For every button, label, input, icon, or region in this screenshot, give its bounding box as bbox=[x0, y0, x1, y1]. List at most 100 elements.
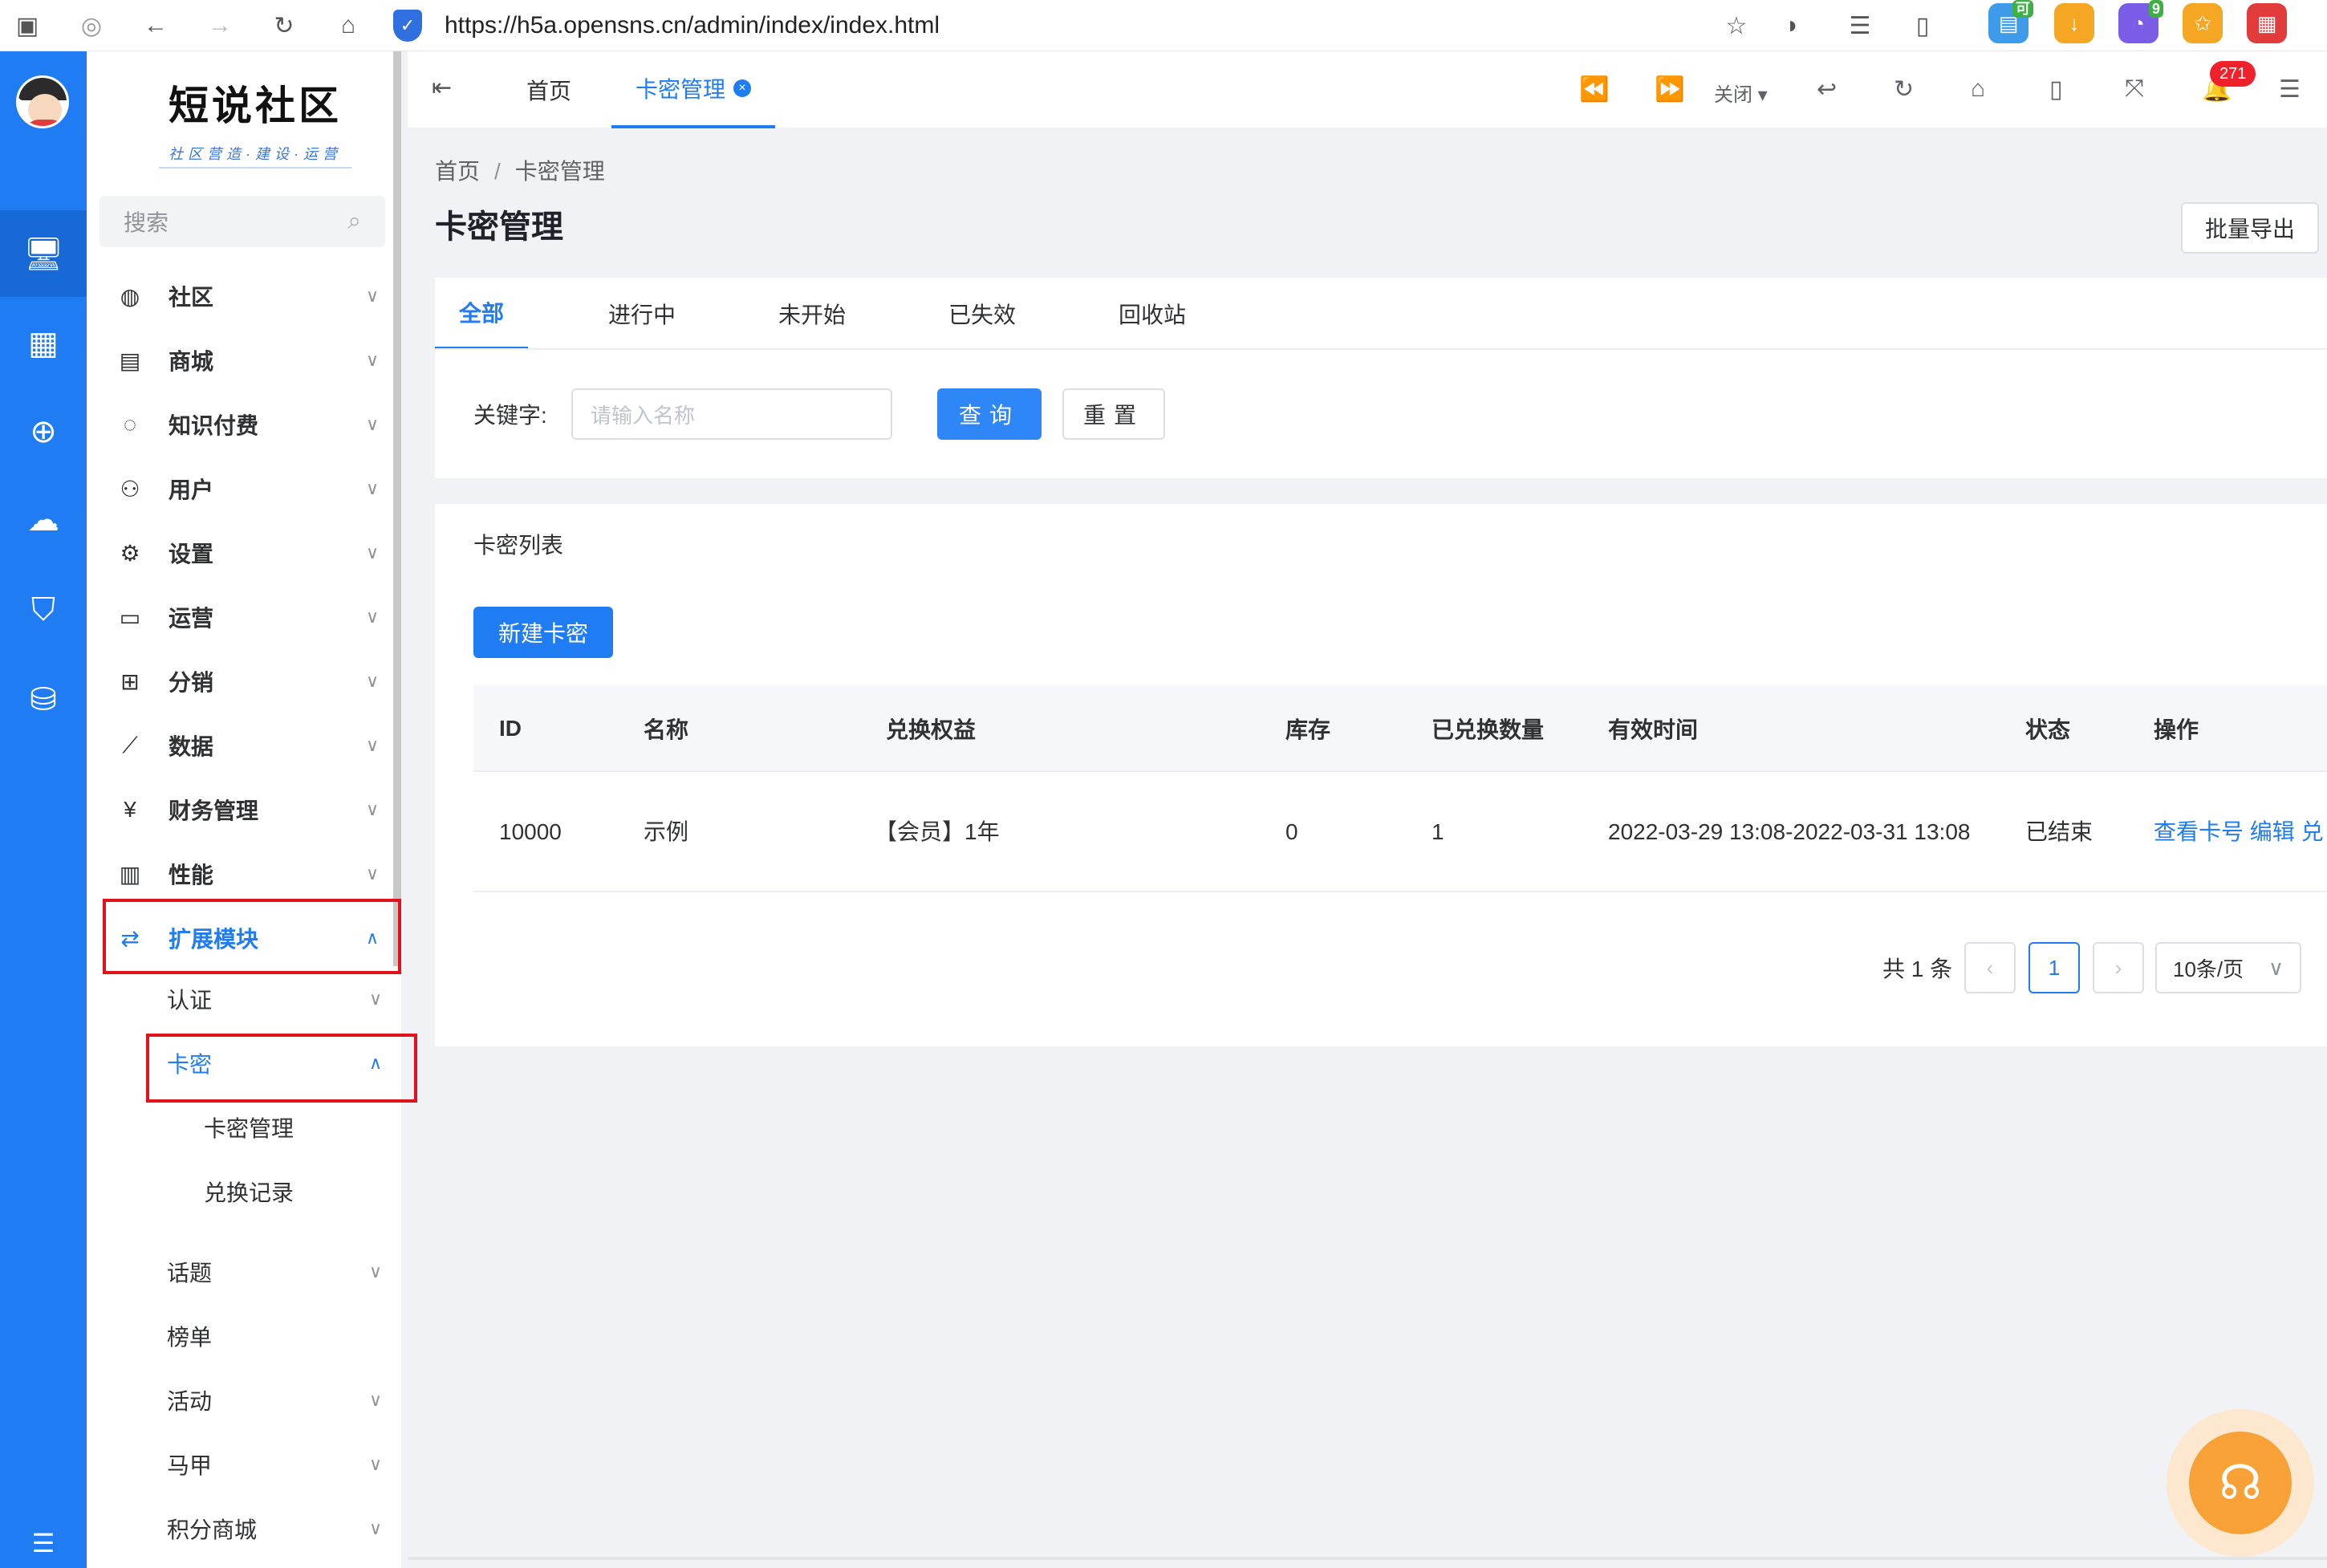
ext-screen-icon[interactable]: ▦ bbox=[2247, 3, 2287, 43]
url-text[interactable]: https://h5a.opensns.cn/admin/index/index… bbox=[445, 12, 940, 39]
breadcrumb-current: 卡密管理 bbox=[514, 159, 605, 184]
close-tab-icon[interactable]: × bbox=[733, 79, 752, 97]
filter-tab-expired[interactable]: 已失效 bbox=[948, 278, 1016, 350]
cell-name: 示例 bbox=[644, 819, 689, 844]
disc-icon[interactable]: ◎ bbox=[75, 10, 108, 42]
new-card-button[interactable]: 新建卡密 bbox=[473, 607, 613, 658]
bookmark-star-icon[interactable]: ☆ bbox=[1720, 10, 1752, 42]
filter-tab-recycle[interactable]: 回收站 bbox=[1119, 278, 1186, 350]
presentation-icon: ▭ bbox=[119, 604, 141, 630]
close-dropdown[interactable]: 关闭 ▾ bbox=[1714, 79, 1768, 107]
building-icon[interactable]: ⌂ bbox=[1971, 75, 1985, 103]
scroll-right-icon[interactable]: ⏩ bbox=[1655, 75, 1684, 104]
sidebar-item-label: 财务管理 bbox=[169, 798, 259, 823]
close-label: 关闭 bbox=[1714, 84, 1752, 106]
sidebar-item-5[interactable]: ▭ 运营 ∨ bbox=[99, 589, 388, 645]
ext-star-icon[interactable]: ✩ bbox=[2183, 3, 2223, 43]
reload-icon[interactable]: ↻ bbox=[268, 10, 300, 42]
user-icon: ⚇ bbox=[120, 476, 140, 502]
query-button[interactable]: 查询 bbox=[937, 388, 1042, 440]
chat-icon: ◍ bbox=[120, 283, 140, 309]
home-icon[interactable]: ⌂ bbox=[332, 10, 364, 42]
sidebar-item-10[interactable]: ⇄ 扩展模块 ∧ bbox=[99, 910, 388, 966]
sidebar-search-input[interactable]: 搜索 ⌕ bbox=[99, 196, 385, 247]
collapse-menu-icon[interactable]: ☰ bbox=[0, 1528, 87, 1558]
breadcrumb-home[interactable]: 首页 bbox=[435, 159, 480, 184]
page-size-select[interactable]: 10条/页 ∨ bbox=[2155, 942, 2301, 993]
globe-icon[interactable]: ⊕ bbox=[0, 388, 87, 475]
refresh-icon[interactable]: ↻ bbox=[1894, 75, 1914, 104]
list-title: 卡密列表 bbox=[473, 533, 564, 558]
filter-tab-all[interactable]: 全部 bbox=[435, 278, 529, 350]
scroll-left-icon[interactable]: ⏪ bbox=[1579, 75, 1609, 104]
prev-page-button[interactable]: ‹ bbox=[1964, 942, 2016, 993]
filter-tab-not-started[interactable]: 未开始 bbox=[778, 278, 846, 350]
sidebar-item-label: 卡密 bbox=[167, 1052, 213, 1077]
avatar[interactable] bbox=[16, 75, 69, 128]
storage-icon[interactable]: ☰ bbox=[1844, 10, 1876, 42]
batch-export-button[interactable]: 批量导出 bbox=[2181, 202, 2319, 254]
sidebar-item-7[interactable]: ⟋ 数据 ∨ bbox=[99, 717, 388, 774]
sidebar-item-label: 活动 bbox=[167, 1389, 213, 1414]
phone-icon[interactable]: ▯ bbox=[1907, 10, 1939, 42]
reset-button[interactable]: 重置 bbox=[1062, 388, 1165, 440]
return-icon[interactable]: ↩ bbox=[1817, 75, 1837, 104]
fullscreen-icon[interactable]: ⤧ bbox=[2125, 75, 2144, 103]
cloud-icon[interactable]: ☁ bbox=[0, 477, 87, 563]
column-header-valid-time: 有效时间 bbox=[1608, 717, 1699, 742]
sidebar-item-4[interactable]: ⚙ 设置 ∨ bbox=[99, 525, 388, 581]
sidebar-item-points-mall[interactable]: 积分商城 ∨ bbox=[167, 1501, 392, 1557]
forward-icon[interactable]: → bbox=[204, 10, 236, 42]
customer-service-button[interactable]: ☊ bbox=[2167, 1409, 2314, 1557]
edit-link[interactable]: 编辑 bbox=[2250, 815, 2295, 849]
sidebar-item-6[interactable]: ⊞ 分销 ∨ bbox=[99, 653, 388, 709]
tab-card-manage[interactable]: 卡密管理 × bbox=[611, 51, 776, 128]
ext-download-icon[interactable]: ↓ bbox=[2054, 3, 2094, 43]
sidebar-scrollbar[interactable] bbox=[393, 51, 401, 966]
ext-green-icon[interactable]: ▤ 可 bbox=[1988, 0, 2033, 43]
search-icon[interactable]: ⌕ bbox=[347, 208, 361, 235]
fold-menu-icon[interactable]: ⇤ bbox=[432, 74, 452, 102]
page-number-button[interactable]: 1 bbox=[2029, 942, 2080, 993]
shield-ext-icon[interactable]: ◗ bbox=[1777, 10, 1809, 42]
sidebar-item-auth[interactable]: 认证 ∨ bbox=[167, 971, 392, 1027]
notification-badge: 271 bbox=[2210, 61, 2256, 87]
sidebar-item-9[interactable]: ▥ 性能 ∨ bbox=[99, 846, 388, 902]
sidebar-item-1[interactable]: ▤ 商城 ∨ bbox=[99, 332, 388, 388]
address-bar[interactable]: ✓ https://h5a.opensns.cn/admin/index/ind… bbox=[393, 3, 1838, 48]
column-header-redeemed: 已兑换数量 bbox=[1432, 717, 1545, 742]
sidebar-toggle-icon[interactable]: ▣ bbox=[11, 10, 43, 42]
cloud-server-icon[interactable]: ⛁ bbox=[0, 656, 87, 743]
sidebar-item-card-manage[interactable]: 卡密管理 bbox=[204, 1099, 294, 1156]
sidebar-item-label: 设置 bbox=[169, 542, 214, 567]
tab-header: ⇤ 首页 卡密管理 × ⏪ ⏩ 关闭 ▾ ↩ ↻ ⌂ ▯ ⤧ 🔔 ☰ bbox=[408, 51, 2327, 128]
mobile-icon[interactable]: ▯ bbox=[2049, 75, 2063, 104]
sidebar-item-2[interactable]: ◌ 知识付费 ∨ bbox=[99, 396, 388, 453]
back-icon[interactable]: ← bbox=[140, 10, 172, 42]
sidebar-item-vest[interactable]: 马甲 ∨ bbox=[167, 1436, 392, 1493]
chevron-down-icon: ∨ bbox=[365, 414, 380, 434]
sidebar-item-3[interactable]: ⚇ 用户 ∨ bbox=[99, 461, 388, 517]
sidebar-item-label: 扩展模块 bbox=[169, 927, 259, 952]
keyword-input[interactable]: 请输入名称 bbox=[571, 388, 892, 440]
sidebar-item-activity[interactable]: 活动 ∨ bbox=[167, 1372, 392, 1428]
view-cards-link[interactable]: 查看卡号 bbox=[2154, 815, 2244, 849]
sidebar-item-8[interactable]: ¥ 财务管理 ∨ bbox=[99, 782, 388, 838]
filter-tab-ongoing[interactable]: 进行中 bbox=[608, 278, 676, 350]
sidebar-item-label: 分销 bbox=[169, 670, 214, 695]
redeem-link[interactable]: 兑 bbox=[2301, 815, 2324, 849]
monitor-icon[interactable]: 🖥 bbox=[0, 210, 87, 297]
sidebar-item-card[interactable]: 卡密 ∧ bbox=[167, 1035, 392, 1091]
sidebar-item-0[interactable]: ◍ 社区 ∨ bbox=[99, 268, 388, 324]
tab-home[interactable]: 首页 bbox=[526, 51, 571, 128]
sidebar-item-rank[interactable]: 榜单 bbox=[167, 1308, 392, 1364]
sidebar-item-redeem-log[interactable]: 兑换记录 bbox=[204, 1164, 294, 1220]
sidebar-item-topic[interactable]: 话题 ∨ bbox=[167, 1244, 392, 1300]
browser-toolbar: ▣ ◎ ← → ↻ ⌂ ✓ https://h5a.opensns.cn/adm… bbox=[0, 0, 2327, 51]
shield-check-icon[interactable]: ⛉ bbox=[0, 567, 87, 653]
grid-icon[interactable]: ▦ bbox=[0, 300, 87, 387]
next-page-button[interactable]: › bbox=[2093, 942, 2144, 993]
menu-icon[interactable]: ☰ bbox=[2279, 75, 2301, 104]
ext-purple-icon[interactable]: ◔ 9 bbox=[2118, 0, 2163, 43]
table-row: 10000 示例 【会员】1年 0 1 2022-03-29 13:08-202… bbox=[473, 772, 2327, 892]
